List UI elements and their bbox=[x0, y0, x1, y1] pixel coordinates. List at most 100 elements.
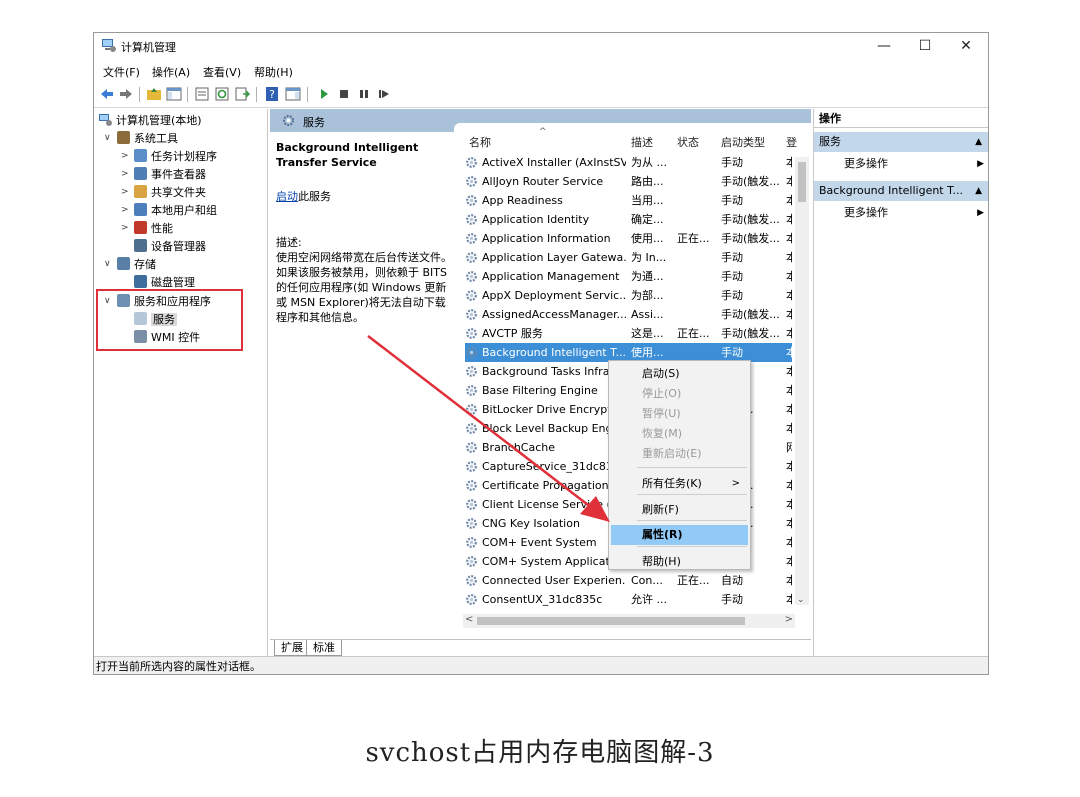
service-row[interactable]: Application Identity 确定... 手动(触发... 本 bbox=[465, 210, 792, 229]
minimize-button[interactable]: — bbox=[864, 35, 904, 57]
vertical-scroll-thumb[interactable] bbox=[798, 162, 806, 202]
service-row[interactable]: AppX Deployment Servic... 为部... 手动 本 bbox=[465, 286, 792, 305]
context-menu-separator bbox=[637, 467, 747, 468]
service-description: 确定... bbox=[631, 213, 664, 226]
close-button[interactable]: ✕ bbox=[946, 35, 986, 57]
service-name: Connected User Experien... bbox=[482, 574, 626, 587]
service-gear-icon bbox=[466, 442, 477, 453]
actions-section-services[interactable]: 服务 ▲ bbox=[814, 132, 988, 152]
tree-item-label: 服务和应用程序 bbox=[134, 295, 211, 308]
service-row[interactable]: AVCTP 服务 这是... 正在... 手动(触发... 本 bbox=[465, 324, 792, 343]
tab-standard[interactable]: 标准 bbox=[306, 640, 342, 656]
collapse-chevron-icon[interactable]: ∨ bbox=[104, 256, 114, 273]
maximize-button[interactable]: ☐ bbox=[905, 35, 945, 57]
column-header-startup-type[interactable]: 启动类型 bbox=[721, 134, 765, 150]
expand-chevron-icon[interactable]: > bbox=[121, 166, 131, 183]
collapse-up-icon[interactable]: ▲ bbox=[975, 181, 982, 201]
tree-item[interactable]: ∨ 系统工具 bbox=[104, 130, 178, 147]
scroll-right-icon[interactable]: > bbox=[785, 614, 793, 625]
pause-service-icon[interactable] bbox=[356, 86, 372, 102]
title-bar: 计算机管理 — ☐ ✕ bbox=[94, 33, 988, 60]
properties-icon[interactable] bbox=[194, 86, 210, 102]
menu-action[interactable]: 操作(A) bbox=[152, 64, 190, 80]
show-hide-tree-icon[interactable] bbox=[166, 86, 182, 102]
service-name: Application Identity bbox=[482, 213, 590, 226]
service-name: Certificate Propagation bbox=[482, 479, 609, 492]
service-row[interactable]: ActiveX Installer (AxInstSV) 为从 ... 手动 本 bbox=[465, 153, 792, 172]
service-gear-icon bbox=[466, 271, 477, 282]
column-header-status[interactable]: 状态 bbox=[677, 134, 699, 150]
vertical-scrollbar[interactable]: ⌄ bbox=[795, 157, 809, 605]
expand-chevron-icon[interactable]: > bbox=[121, 202, 131, 219]
refresh-icon[interactable] bbox=[214, 86, 230, 102]
tree-item[interactable]: > 任务计划程序 bbox=[121, 148, 217, 165]
horizontal-scroll-thumb[interactable] bbox=[477, 617, 745, 625]
collapse-up-icon[interactable]: ▲ bbox=[975, 132, 982, 152]
column-header-logon[interactable]: 登 bbox=[786, 134, 797, 150]
service-logon: 本 bbox=[786, 590, 792, 609]
tree-item[interactable]: WMI 控件 bbox=[134, 329, 200, 346]
tree-item[interactable]: ∨ 存储 bbox=[104, 256, 156, 273]
tree-item[interactable]: > 共享文件夹 bbox=[121, 184, 206, 201]
service-row[interactable]: Connected User Experien... Con... 正在... 自动 本 bbox=[465, 571, 792, 590]
tab-extended[interactable]: 扩展 bbox=[274, 640, 310, 656]
show-action-pane-icon[interactable] bbox=[285, 86, 301, 102]
menu-view[interactable]: 查看(V) bbox=[203, 64, 241, 80]
more-actions-bits[interactable]: 更多操作 ▶ bbox=[844, 204, 984, 222]
help-icon[interactable]: ? bbox=[264, 86, 280, 102]
service-row[interactable]: Application Management 为通... 手动 本 bbox=[465, 267, 792, 286]
up-folder-icon[interactable] bbox=[146, 86, 162, 102]
back-arrow-icon[interactable] bbox=[99, 86, 115, 102]
ctx-properties[interactable]: 属性(R) bbox=[611, 525, 748, 545]
scroll-down-icon[interactable]: ⌄ bbox=[797, 595, 805, 605]
service-name: COM+ System Application bbox=[482, 555, 626, 568]
stop-service-icon[interactable] bbox=[336, 86, 352, 102]
menu-help[interactable]: 帮助(H) bbox=[254, 64, 293, 80]
status-bar: 打开当前所选内容的属性对话框。 bbox=[94, 656, 988, 674]
tree-item[interactable]: ∨ 服务和应用程序 bbox=[104, 293, 211, 310]
collapse-chevron-icon[interactable]: ∨ bbox=[104, 293, 114, 310]
tree-item-label: 磁盘管理 bbox=[151, 276, 195, 289]
ctx-help[interactable]: 帮助(H) bbox=[611, 552, 748, 572]
scroll-left-icon[interactable]: < bbox=[465, 614, 473, 625]
tree-item[interactable]: > 本地用户和组 bbox=[121, 202, 217, 219]
tree-item[interactable]: 磁盘管理 bbox=[134, 274, 195, 291]
ctx-restart[interactable]: 重新启动(E) bbox=[611, 444, 748, 464]
service-row[interactable]: AssignedAccessManager... Assi... 手动(触发... 本 bbox=[465, 305, 792, 324]
expand-chevron-icon[interactable]: > bbox=[121, 220, 131, 237]
forward-arrow-icon[interactable] bbox=[118, 86, 134, 102]
service-logon: 本 bbox=[786, 172, 792, 191]
service-name: BranchCache bbox=[482, 441, 556, 454]
ctx-refresh[interactable]: 刷新(F) bbox=[611, 500, 748, 520]
restart-service-icon[interactable] bbox=[376, 86, 392, 102]
tree-item[interactable]: 设备管理器 bbox=[134, 238, 206, 255]
ctx-resume[interactable]: 恢复(M) bbox=[611, 424, 748, 444]
tree-item[interactable]: > 性能 bbox=[121, 220, 173, 237]
more-actions-services[interactable]: 更多操作 ▶ bbox=[844, 155, 984, 173]
ctx-all-tasks[interactable]: 所有任务(K) > bbox=[611, 474, 748, 494]
service-row[interactable]: Application Information 使用... 正在... 手动(触发..… bbox=[465, 229, 792, 248]
export-list-icon[interactable] bbox=[234, 86, 250, 102]
service-row[interactable]: ConsentUX_31dc835c 允许 ... 手动 本 bbox=[465, 590, 792, 609]
ctx-stop[interactable]: 停止(O) bbox=[611, 384, 748, 404]
expand-chevron-icon[interactable]: > bbox=[121, 148, 131, 165]
service-startup-type: 手动(触发... bbox=[721, 308, 780, 321]
expand-chevron-icon[interactable]: > bbox=[121, 184, 131, 201]
service-row[interactable]: App Readiness 当用... 手动 本 bbox=[465, 191, 792, 210]
ctx-start[interactable]: 启动(S) bbox=[611, 364, 748, 384]
service-row[interactable]: AllJoyn Router Service 路由... 手动(触发... 本 bbox=[465, 172, 792, 191]
column-header-name[interactable]: 名称 bbox=[469, 134, 491, 150]
start-service-link[interactable]: 启动 bbox=[276, 190, 298, 203]
column-header-description[interactable]: 描述 bbox=[631, 134, 653, 150]
collapse-chevron-icon[interactable]: ∨ bbox=[104, 130, 114, 147]
start-service-icon[interactable] bbox=[316, 86, 332, 102]
tree-item-root[interactable]: 计算机管理(本地) bbox=[99, 112, 202, 129]
tree-item[interactable]: > 事件查看器 bbox=[121, 166, 206, 183]
actions-section-bits[interactable]: Background Intelligent T... ▲ bbox=[814, 181, 988, 201]
service-logon: 网 bbox=[786, 438, 792, 457]
tree-item[interactable]: 服务 bbox=[134, 311, 177, 328]
ctx-pause[interactable]: 暂停(U) bbox=[611, 404, 748, 424]
service-row[interactable]: Application Layer Gatewa... 为 In... 手动 本 bbox=[465, 248, 792, 267]
menu-file[interactable]: 文件(F) bbox=[103, 64, 140, 80]
horizontal-scrollbar[interactable]: < > bbox=[463, 614, 795, 628]
